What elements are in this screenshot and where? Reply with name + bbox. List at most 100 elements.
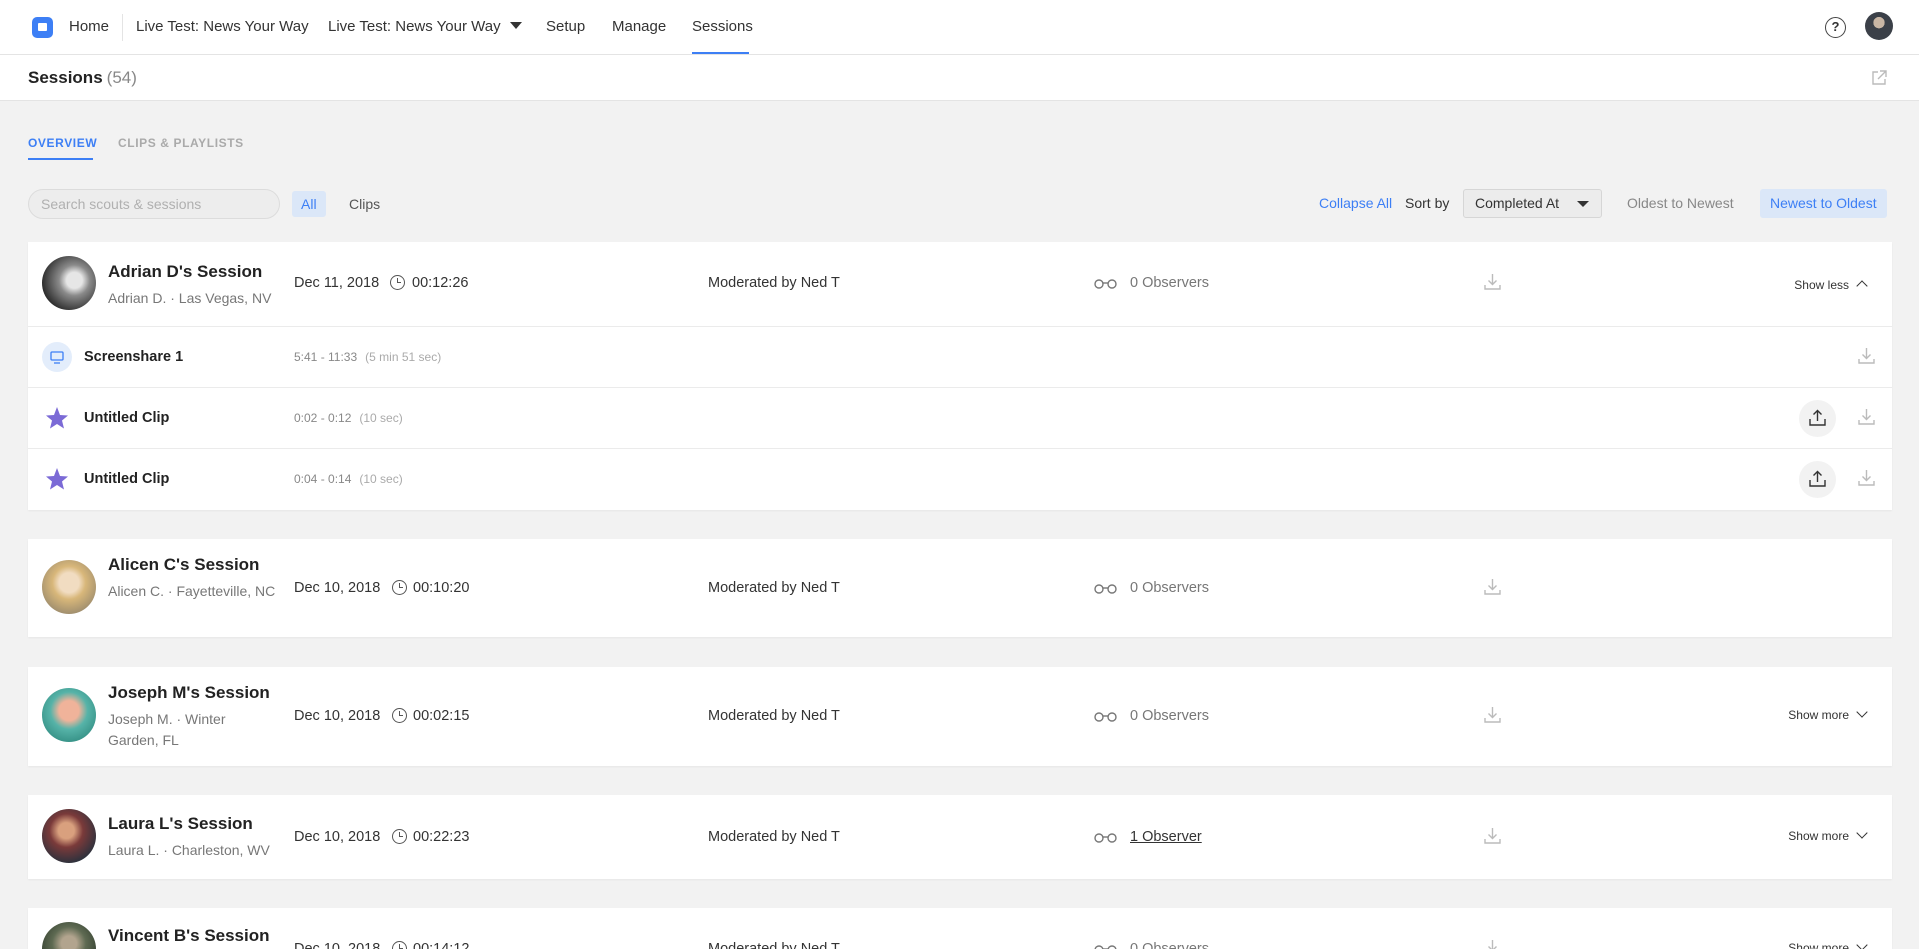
download-icon[interactable] <box>1858 347 1875 365</box>
star-icon <box>46 468 68 490</box>
subrow-range: 5:41 - 11:33 <box>294 350 358 364</box>
nav-sessions[interactable]: Sessions <box>692 18 753 35</box>
subrow-length: (10 sec) <box>359 411 403 425</box>
monitor-icon <box>42 342 72 372</box>
glasses-icon <box>1094 833 1117 843</box>
glasses-icon <box>1094 945 1117 949</box>
clock-icon <box>392 580 407 595</box>
share-icon[interactable] <box>1871 69 1888 86</box>
session-duration: 00:02:15 <box>413 708 470 724</box>
nav-home[interactable]: Home <box>69 18 109 35</box>
avatar <box>42 256 96 310</box>
session-participant: Alicen C. · Fayetteville, NC <box>108 583 276 599</box>
logo-icon[interactable] <box>32 17 53 38</box>
chevron-up-icon <box>1856 280 1868 292</box>
session-participant: Joseph M. · Winter Garden, FL <box>108 711 226 748</box>
upload-icon <box>1809 409 1826 426</box>
subrow-time: 0:02 - 0:12 (10 sec) <box>294 411 403 425</box>
nav-setup[interactable]: Setup <box>546 18 585 35</box>
filter-all-button[interactable]: All <box>292 191 326 217</box>
subrow-name[interactable]: Screenshare 1 <box>84 349 183 365</box>
chevron-down-icon <box>1856 706 1868 718</box>
help-icon[interactable]: ? <box>1825 17 1846 38</box>
page-title: Sessions (54) <box>28 68 137 88</box>
download-icon[interactable] <box>1484 827 1501 845</box>
session-card[interactable]: Laura L's Session Laura L. · Charleston,… <box>28 795 1892 879</box>
nav-manage[interactable]: Manage <box>612 18 666 35</box>
sort-select[interactable]: Completed At <box>1463 189 1602 218</box>
tab-overview[interactable]: OVERVIEW <box>28 136 97 150</box>
nav-project-link[interactable]: Live Test: News Your Way <box>136 18 309 35</box>
session-date: Dec 10, 2018 <box>294 941 381 949</box>
session-title[interactable]: Adrian D's Session <box>108 262 262 282</box>
upload-button[interactable] <box>1799 400 1836 437</box>
avatar[interactable] <box>1865 12 1893 40</box>
clock-icon <box>392 829 407 844</box>
session-date: Dec 10, 2018 <box>294 829 381 845</box>
session-title[interactable]: Vincent B's Session <box>108 926 270 946</box>
filter-clips-button[interactable]: Clips <box>340 191 389 217</box>
search-input[interactable] <box>28 189 280 219</box>
subrow-name[interactable]: Untitled Clip <box>84 410 169 426</box>
star-icon <box>46 407 68 429</box>
session-title[interactable]: Joseph M's Session <box>108 683 270 703</box>
list-item[interactable]: Untitled Clip 0:04 - 0:14 (10 sec) <box>28 448 1892 509</box>
download-icon[interactable] <box>1858 408 1875 426</box>
show-more-toggle[interactable]: Show more <box>1788 827 1868 843</box>
session-card[interactable]: Adrian D's Session Adrian D. · Las Vegas… <box>28 242 1892 510</box>
sort-oldest-button[interactable]: Oldest to Newest <box>1617 189 1744 218</box>
clock-icon <box>390 275 405 290</box>
avatar <box>42 809 96 863</box>
collapse-all-button[interactable]: Collapse All <box>1319 195 1392 211</box>
session-duration: 00:22:23 <box>413 829 470 845</box>
upload-button[interactable] <box>1799 461 1836 498</box>
list-item[interactable]: Screenshare 1 5:41 - 11:33 (5 min 51 sec) <box>28 326 1892 387</box>
session-observers: 0 Observers <box>1130 708 1209 724</box>
session-moderator: Moderated by Ned T <box>708 580 840 596</box>
upload-icon <box>1809 470 1826 487</box>
download-icon[interactable] <box>1858 469 1875 487</box>
session-card[interactable]: Vincent B's Session Dec 10, 2018 00:14:1… <box>28 908 1892 949</box>
nav-project-dropdown-label: Live Test: News Your Way <box>328 18 501 35</box>
session-duration: 00:14:12 <box>413 941 470 949</box>
tab-active-indicator <box>28 158 93 160</box>
session-title[interactable]: Alicen C's Session <box>108 555 259 575</box>
download-icon[interactable] <box>1484 939 1501 949</box>
download-icon[interactable] <box>1484 706 1501 724</box>
subrow-name[interactable]: Untitled Clip <box>84 471 169 487</box>
session-title[interactable]: Laura L's Session <box>108 814 253 834</box>
chevron-down-icon <box>1856 827 1868 839</box>
show-more-label: Show more <box>1788 708 1849 722</box>
sort-newest-button[interactable]: Newest to Oldest <box>1760 189 1887 218</box>
caret-down-icon <box>509 22 522 29</box>
clock-icon <box>392 941 407 949</box>
show-more-toggle[interactable]: Show more <box>1788 706 1868 722</box>
list-item[interactable]: Untitled Clip 0:02 - 0:12 (10 sec) <box>28 387 1892 448</box>
session-card[interactable]: Joseph M's Session Joseph M. · Winter Ga… <box>28 667 1892 766</box>
session-observers: 0 Observers <box>1130 941 1209 949</box>
nav-project-dropdown[interactable]: Live Test: News Your Way <box>328 18 522 35</box>
avatar <box>42 922 96 949</box>
show-less-toggle[interactable]: Show less <box>1794 278 1868 292</box>
show-more-toggle[interactable]: Show more <box>1788 939 1868 949</box>
session-duration: 00:12:26 <box>412 275 469 291</box>
subrow-range: 0:04 - 0:14 <box>294 472 352 486</box>
nav-active-indicator <box>692 52 749 54</box>
download-icon[interactable] <box>1484 578 1501 596</box>
subrow-time: 5:41 - 11:33 (5 min 51 sec) <box>294 350 441 364</box>
session-card[interactable]: Alicen C's Session Alicen C. · Fayettevi… <box>28 539 1892 637</box>
session-date: Dec 10, 2018 <box>294 580 381 596</box>
page-title-text: Sessions <box>28 68 103 87</box>
session-observers: 0 Observers <box>1130 580 1209 596</box>
show-more-label: Show more <box>1788 829 1849 843</box>
glasses-icon <box>1094 279 1117 289</box>
glasses-icon <box>1094 712 1117 722</box>
show-less-label: Show less <box>1794 278 1849 292</box>
page-header: Sessions (54) <box>0 55 1919 101</box>
observers-link[interactable]: 1 Observer <box>1130 829 1202 845</box>
tab-clips-playlists[interactable]: CLIPS & PLAYLISTS <box>118 136 244 150</box>
clock-icon <box>392 708 407 723</box>
show-more-label: Show more <box>1788 941 1849 949</box>
session-moderator: Moderated by Ned T <box>708 275 840 291</box>
download-icon[interactable] <box>1484 273 1501 291</box>
